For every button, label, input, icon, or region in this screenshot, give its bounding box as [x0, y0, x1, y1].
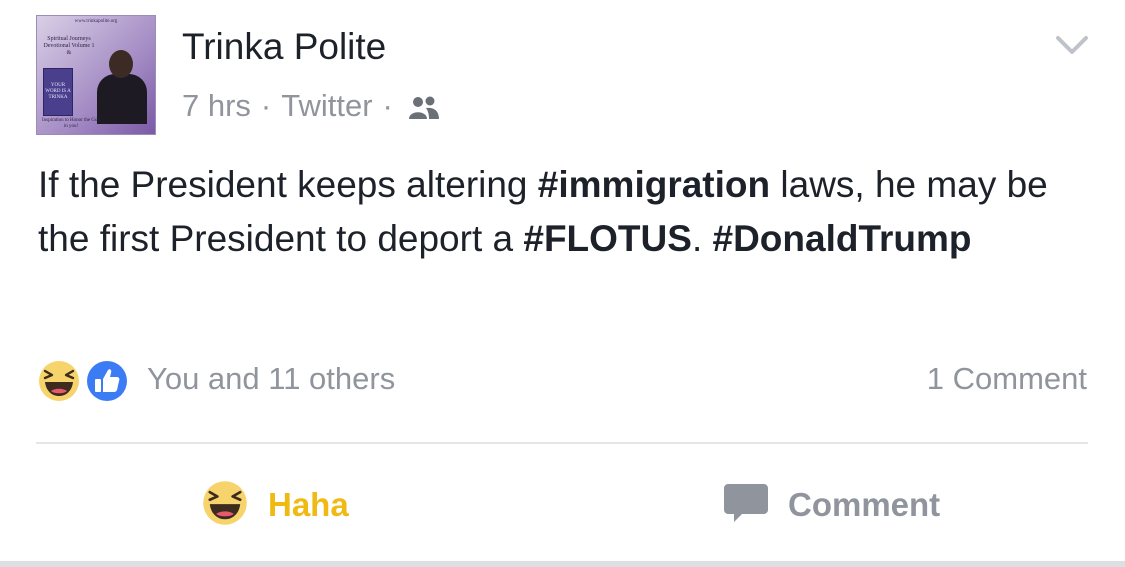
feed-post: www.trinkapolite.org Spiritual Journeys …: [0, 0, 1125, 567]
post-text-part: If the President keeps altering: [38, 164, 538, 205]
post-meta: 7 hrs · Twitter ·: [182, 88, 441, 124]
comment-icon: [722, 480, 770, 531]
post-timestamp[interactable]: 7 hrs: [182, 88, 251, 124]
avatar-title-text: Spiritual Journeys Devotional Volume 1 &: [43, 36, 95, 56]
avatar-book-image: YOUR WORD IS A TRINKA: [43, 68, 73, 116]
haha-button-label: Haha: [268, 486, 349, 523]
post-text-part: .: [691, 218, 713, 259]
comment-count[interactable]: 1 Comment: [927, 361, 1087, 397]
avatar-caption-text: Inspiration to Honor the God in you!: [41, 118, 101, 129]
friends-icon[interactable]: [407, 93, 441, 119]
reaction-summary[interactable]: You and 11 others: [147, 361, 395, 397]
hashtag-flotus[interactable]: #FLOTUS: [523, 218, 692, 259]
haha-button[interactable]: Haha: [200, 470, 349, 540]
avatar-book-text: YOUR WORD IS A TRINKA: [45, 83, 71, 100]
author-name[interactable]: Trinka Polite: [182, 26, 386, 68]
meta-separator: ·: [382, 88, 393, 123]
post-source: Twitter: [281, 88, 373, 123]
hashtag-immigration[interactable]: #immigration: [538, 164, 770, 205]
avatar-person-head: [109, 50, 133, 78]
hashtag-donaldtrump[interactable]: #DonaldTrump: [713, 218, 972, 259]
post-options-chevron-icon[interactable]: [1052, 30, 1092, 60]
reaction-icons[interactable]: [36, 358, 136, 406]
post-bottom-border: [0, 561, 1125, 567]
like-icon: [84, 358, 130, 404]
haha-icon: [200, 478, 250, 533]
avatar-url-text: www.trinkapolite.org: [74, 19, 118, 24]
meta-separator: ·: [260, 88, 272, 123]
post-text: If the President keeps altering #immigra…: [38, 158, 1098, 266]
avatar-person-body: [97, 74, 147, 124]
comment-button-label: Comment: [788, 486, 941, 523]
comment-button[interactable]: Comment: [722, 470, 940, 540]
action-divider: [36, 442, 1088, 444]
haha-icon: [36, 358, 82, 404]
author-avatar[interactable]: www.trinkapolite.org Spiritual Journeys …: [36, 15, 156, 135]
